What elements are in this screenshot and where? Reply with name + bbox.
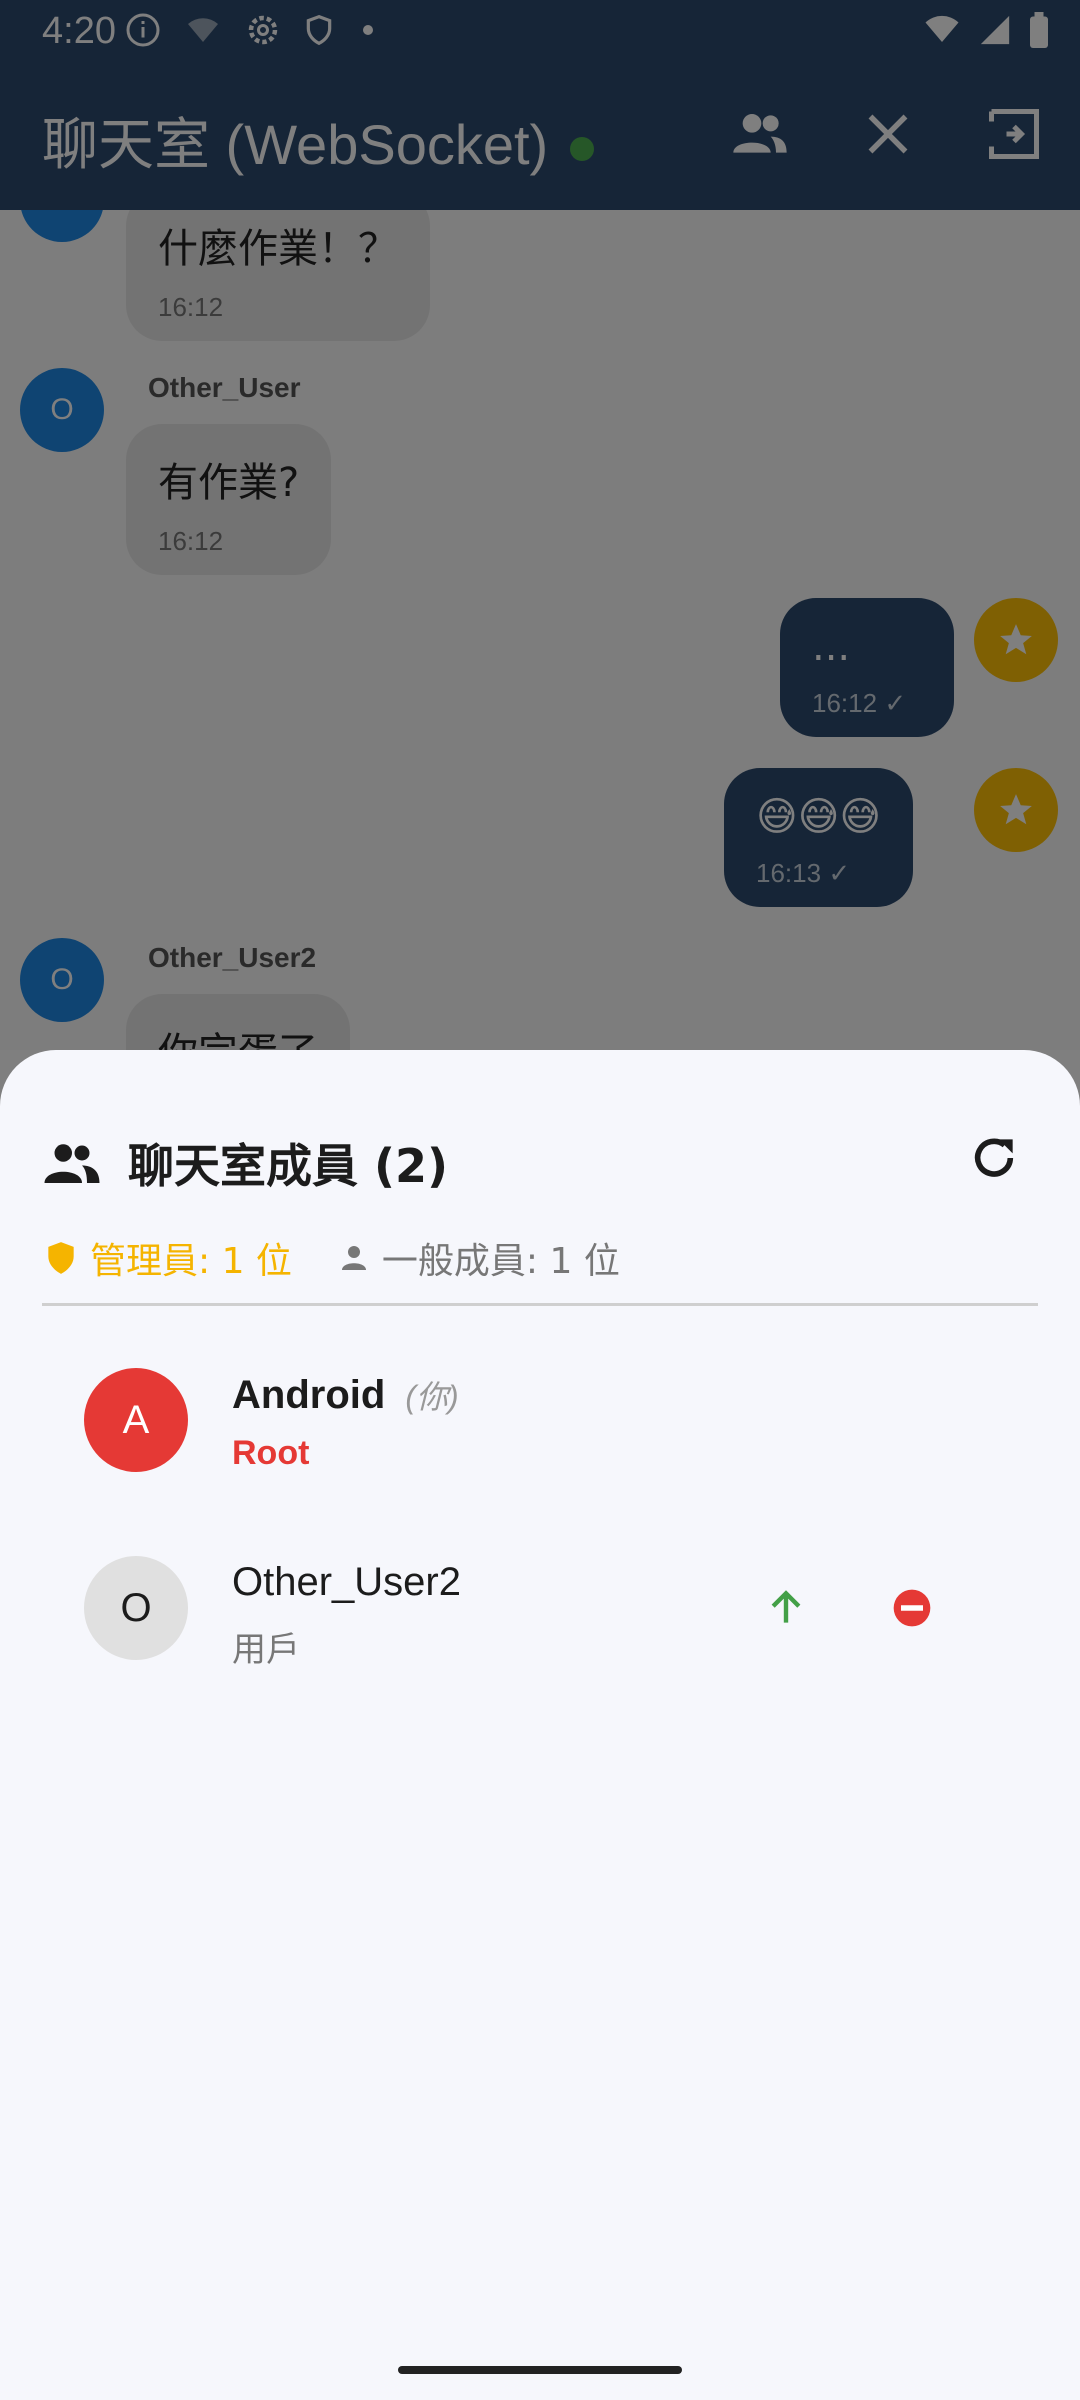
avatar: O bbox=[84, 1556, 188, 1660]
sheet-header: 聊天室成員 (2) bbox=[42, 1130, 448, 1196]
home-indicator[interactable] bbox=[398, 2366, 682, 2374]
member-role: Root bbox=[232, 1434, 310, 1472]
you-tag: (你) bbox=[405, 1379, 459, 1415]
member-name-text: Android bbox=[232, 1373, 386, 1417]
avatar: A bbox=[84, 1368, 188, 1472]
members-bottom-sheet: 聊天室成員 (2) 管理員: 1 位 一般成員: 1 位 A Android (你… bbox=[0, 1050, 1080, 2400]
sheet-title: 聊天室成員 (2) bbox=[128, 1139, 449, 1193]
member-count: 一般成員: 1 位 bbox=[381, 1241, 620, 1282]
admin-shield-icon bbox=[48, 1242, 74, 1274]
admin-count: 管理員: 1 位 bbox=[90, 1241, 292, 1282]
member-counts: 管理員: 1 位 一般成員: 1 位 bbox=[42, 1232, 620, 1284]
member-row[interactable]: A Android (你) Root bbox=[0, 1368, 1080, 1498]
person-icon bbox=[341, 1246, 366, 1270]
member-row[interactable]: O Other_User2 用戶 bbox=[0, 1556, 1080, 1686]
promote-arrow-icon[interactable] bbox=[764, 1586, 808, 1630]
member-role: 用戶 bbox=[232, 1631, 300, 1669]
remove-member-icon[interactable] bbox=[890, 1586, 934, 1630]
group-icon bbox=[44, 1144, 100, 1183]
refresh-icon[interactable] bbox=[966, 1130, 1022, 1186]
member-name: Other_User2 bbox=[232, 1560, 461, 1604]
member-name: Android (你) bbox=[232, 1372, 459, 1418]
divider bbox=[42, 1303, 1038, 1306]
